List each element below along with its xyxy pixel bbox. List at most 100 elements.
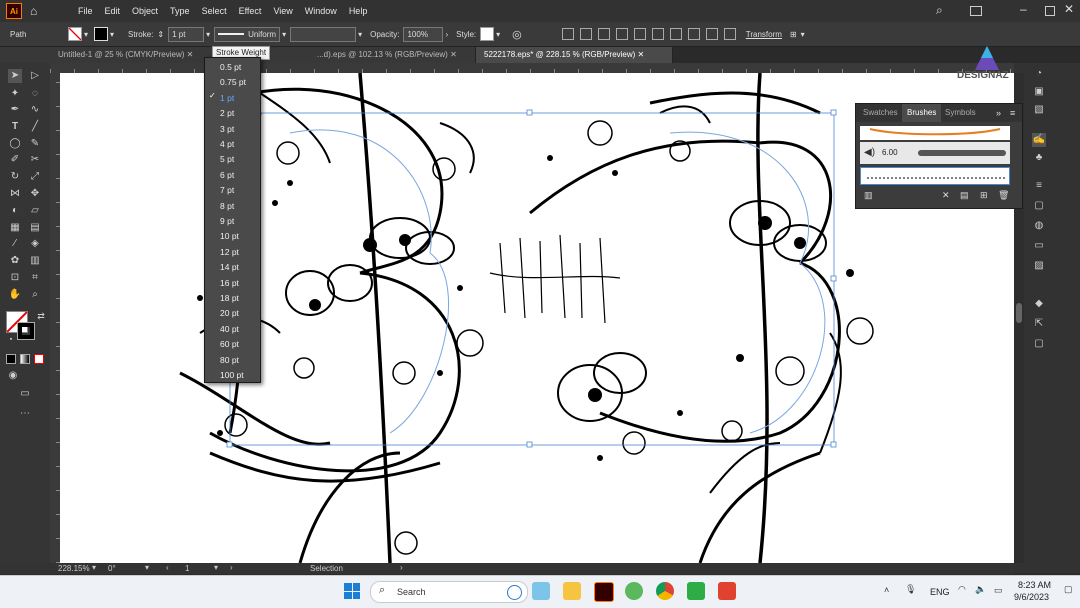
line-tool-icon[interactable]: ╱ [28, 120, 42, 134]
slice-tool-icon[interactable]: ⌗ [28, 271, 42, 285]
profile-field[interactable]: Uniform [214, 26, 281, 42]
stroke-weight-option[interactable]: 1 pt [205, 91, 260, 106]
camtasia-red-icon[interactable] [718, 582, 736, 600]
fill-dropdown-icon[interactable]: ▾ [84, 30, 88, 39]
zoom-dropdown-icon[interactable]: ▾ [92, 563, 96, 572]
pen-tool-icon[interactable]: ✒ [8, 103, 22, 117]
brush-row-1[interactable] [860, 126, 1010, 140]
delete-brush-icon[interactable]: 🗑 [998, 190, 1009, 201]
perspective-icon[interactable]: ▱ [28, 204, 42, 218]
opacity-arrow-icon[interactable]: › [445, 30, 448, 39]
stroke-swatch[interactable] [94, 27, 109, 41]
stroke-weight-option[interactable]: 18 pt [205, 291, 260, 306]
distribute-h-icon[interactable] [687, 28, 700, 40]
menu-view[interactable]: View [273, 6, 292, 16]
align-middle-icon[interactable] [633, 28, 646, 40]
transform-link[interactable]: Transform [746, 30, 782, 39]
gradient-mode-icon[interactable] [20, 354, 30, 364]
zoom-field[interactable]: 228.15% [58, 564, 90, 573]
camtasia-green-icon[interactable] [687, 582, 705, 600]
menu-effect[interactable]: Effect [239, 6, 262, 16]
align-bottom-icon[interactable] [651, 28, 664, 40]
panel-icon-properties[interactable]: ◔ [1032, 67, 1046, 81]
distribute-v-icon[interactable] [705, 28, 718, 40]
panel-icon-gradient[interactable]: ▢ [1032, 199, 1046, 213]
stroke-weight-option[interactable]: 20 pt [205, 306, 260, 321]
status-arrow-icon[interactable]: › [400, 563, 403, 572]
puppet-warp-icon[interactable]: ✥ [28, 187, 42, 201]
stroke-weight-option[interactable]: 40 pt [205, 322, 260, 337]
panel-icon-asset-export[interactable]: ◆ [1032, 297, 1046, 311]
menu-help[interactable]: Help [349, 6, 368, 16]
arrange-icon[interactable] [970, 6, 982, 16]
notification-icon[interactable]: ▢ [1064, 584, 1073, 595]
stroke-weight-option[interactable]: 60 pt [205, 337, 260, 352]
brush-row-2[interactable]: ◀) 6.00 [860, 142, 1010, 164]
zoom-tool-icon[interactable]: ⌕ [28, 288, 42, 302]
stroke-weight-option[interactable]: 14 pt [205, 260, 260, 275]
remove-stroke-icon[interactable]: ✕ [942, 190, 950, 201]
stroke-weight-option[interactable]: 100 pt [205, 368, 260, 383]
ellipse-tool-icon[interactable]: ◯ [8, 137, 22, 151]
menu-type[interactable]: Type [170, 6, 190, 16]
graph-tool-icon[interactable]: ▥ [28, 254, 42, 268]
artboard-next-icon[interactable]: › [230, 563, 233, 572]
rotation-field[interactable]: 0° [108, 564, 116, 573]
new-brush-icon[interactable]: ⊞ [980, 190, 988, 201]
hand-tool-icon[interactable]: ✋ [8, 288, 22, 302]
minimize-icon[interactable]: – [1020, 2, 1027, 16]
artboard-prev-icon[interactable]: ‹ [166, 563, 169, 572]
panel-icon-symbols[interactable]: ♣ [1032, 151, 1046, 165]
close-icon[interactable]: ✕ [1064, 2, 1074, 16]
stroke-stepper-icon[interactable]: ⇕ [157, 30, 164, 39]
panel-icon-appearance[interactable]: ▭ [1032, 239, 1046, 253]
brush-dropdown-icon[interactable]: ▾ [358, 30, 362, 39]
panel-icon-artboards[interactable]: ⇱ [1032, 317, 1046, 331]
more-tools-icon[interactable]: ⋯ [18, 407, 32, 421]
artboard-dropdown-icon[interactable]: ▾ [214, 563, 218, 572]
rotation-dropdown-icon[interactable]: ▾ [145, 563, 149, 572]
panel-icon-links[interactable]: ▢ [1032, 337, 1046, 351]
align-top-icon[interactable] [615, 28, 628, 40]
align-right-icon[interactable] [597, 28, 610, 40]
screen-mode-icon[interactable]: ▭ [18, 387, 32, 401]
draw-mode-icon[interactable]: ◉ [6, 369, 20, 383]
mic-icon[interactable]: 🎙 [905, 584, 916, 595]
panel-menu-icon[interactable]: ≡ [1010, 108, 1015, 118]
stroke-weight-option[interactable]: 9 pt [205, 214, 260, 229]
panel-icon-libraries[interactable]: ▧ [1032, 103, 1046, 117]
default-colors-icon[interactable]: ▪ [4, 333, 18, 347]
menu-window[interactable]: Window [305, 6, 337, 16]
swap-colors-icon[interactable]: ⇄ [34, 309, 48, 323]
style-swatch[interactable] [480, 27, 495, 41]
illustrator-taskbar-icon[interactable] [594, 582, 614, 602]
paintbrush-icon[interactable]: ✎ [28, 137, 42, 151]
menu-select[interactable]: Select [202, 6, 227, 16]
profile-dropdown-icon[interactable]: ▾ [282, 30, 286, 39]
file-explorer-icon[interactable] [563, 582, 581, 600]
curvature-tool-icon[interactable]: ∿ [28, 103, 42, 117]
stroke-weight-option[interactable]: 16 pt [205, 276, 260, 291]
blend-tool-icon[interactable]: ◈ [28, 237, 42, 251]
recolor-icon[interactable]: ◎ [512, 28, 522, 41]
panel-icon-brushes[interactable]: ✍ [1032, 133, 1046, 147]
more-options-icon[interactable]: ▾ [801, 30, 805, 39]
fill-swatch[interactable] [68, 27, 82, 41]
stroke-weight-option[interactable]: 0.75 pt [205, 75, 260, 90]
mesh-tool-icon[interactable]: ▦ [8, 221, 22, 235]
scale-tool-icon[interactable]: ⤢ [28, 170, 42, 184]
app-green-icon[interactable] [625, 582, 643, 600]
scissors-icon[interactable]: ✂ [28, 153, 42, 167]
artboard-tool-icon[interactable]: ⊡ [8, 271, 22, 285]
stroke-weight-option[interactable]: 12 pt [205, 245, 260, 260]
stroke-weight-field[interactable]: 1 pt [168, 26, 205, 42]
type-tool-icon[interactable]: T [8, 120, 22, 134]
stroke-weight-option[interactable]: 10 pt [205, 229, 260, 244]
stroke-weight-option[interactable]: 2 pt [205, 106, 260, 121]
stroke-weight-option[interactable]: 80 pt [205, 353, 260, 368]
panel-collapse-icon[interactable]: » [996, 108, 1001, 118]
gradient-tool-icon[interactable]: ▤ [28, 221, 42, 235]
home-icon[interactable]: ⌂ [30, 4, 37, 18]
brush-library-icon[interactable]: ▥ [864, 190, 873, 201]
direct-selection-tool-icon[interactable]: ▷ [28, 69, 42, 83]
